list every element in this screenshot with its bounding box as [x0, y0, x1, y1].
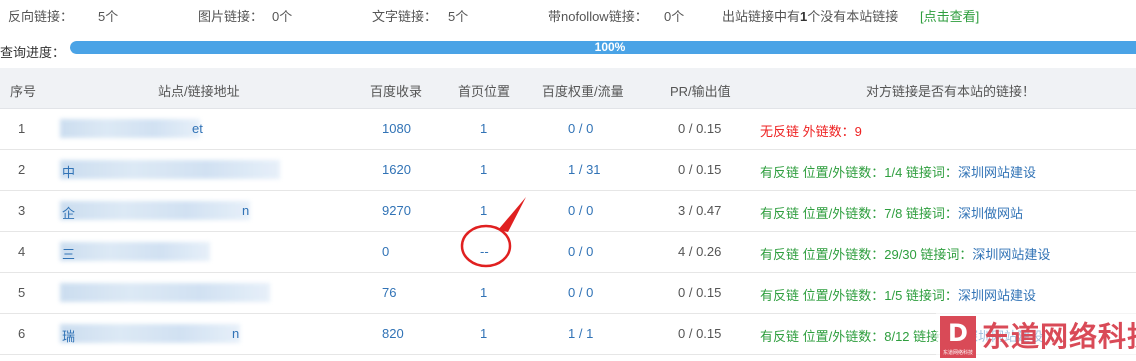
- progress-label: 查询进度：: [0, 45, 66, 60]
- home-position-value: 1: [480, 162, 488, 177]
- backlink-status: 有反链 位置/外链数：29/30 链接词：深圳网站建设: [760, 244, 1050, 263]
- status-text: 有反链: [760, 288, 800, 303]
- row-index: 2: [18, 162, 26, 177]
- home-position-value: --: [480, 244, 489, 259]
- row-index: 4: [18, 244, 26, 259]
- status-text: 有反链: [760, 206, 800, 221]
- row-index: 3: [18, 203, 26, 218]
- outbound-note-post: 个没有本站链接: [807, 9, 899, 24]
- baidu-index-value[interactable]: 1620: [382, 162, 411, 177]
- site-prefix[interactable]: 企: [62, 203, 75, 222]
- text-links-label: 文字链接：: [372, 9, 438, 24]
- table-row: 5 76 1 0 / 0 0 / 0.15 有反链 位置/外链数：1/5 链接词：深圳网站…: [0, 273, 1136, 314]
- table-row: 2 中 1620 1 1 / 31 0 / 0.15 有反链 位置/外链数：1/4 链接词：…: [0, 150, 1136, 191]
- image-links-value: 0个: [272, 9, 293, 24]
- home-position-value: 1: [480, 285, 488, 300]
- backlink-status: 无反链 外链数：9: [760, 121, 862, 140]
- header-baidu-weight: 百度权重/流量: [542, 84, 624, 99]
- site-suffix[interactable]: et: [192, 121, 203, 136]
- pr-value: 0 / 0.15: [678, 285, 722, 300]
- home-position-value: 1: [480, 326, 488, 341]
- row-index: 5: [18, 285, 26, 300]
- backlink-status: 有反链 位置/外链数：1/5 链接词：深圳网站建设: [760, 285, 1036, 304]
- status-detail: 外链数：9: [799, 124, 862, 139]
- baidu-weight-value[interactable]: 0 / 0: [568, 203, 593, 218]
- site-suffix[interactable]: n: [232, 326, 239, 341]
- redacted-url: [60, 242, 210, 261]
- anchor-text-link[interactable]: 深圳网站建设: [972, 247, 1050, 262]
- header-backlink-check: 对方链接是否有本站的链接！: [866, 84, 1036, 99]
- anchor-text-link[interactable]: 深圳网站建设: [958, 165, 1036, 180]
- table-row: 3 企 n 9270 1 0 / 0 3 / 0.47 有反链 位置/外链数：7/8 链接词：…: [0, 191, 1136, 232]
- site-prefix[interactable]: 瑞: [62, 326, 75, 345]
- home-position-value: 1: [480, 121, 488, 136]
- header-site: 站点/链接地址: [158, 84, 240, 99]
- header-home-position: 首页位置: [458, 84, 511, 99]
- logo-brand-text: 东道网络科技: [982, 321, 1136, 352]
- status-text: 有反链: [760, 247, 800, 262]
- pr-value: 0 / 0.15: [678, 121, 722, 136]
- home-position-value: 1: [480, 203, 488, 218]
- baidu-index-value[interactable]: 1080: [382, 121, 411, 136]
- site-prefix[interactable]: 三: [62, 244, 75, 263]
- watermark-logo: D 东道网络科技 东道网络科技: [936, 312, 1136, 361]
- outbound-note: 出站链接中有1个没有本站链接: [722, 6, 898, 25]
- header-index: 序号: [10, 84, 37, 99]
- nofollow-value: 0个: [664, 9, 685, 24]
- outbound-note-pre: 出站链接中有: [722, 9, 801, 24]
- table-row: 1 et 1080 1 0 / 0 0 / 0.15 无反链 外链数：9: [0, 109, 1136, 150]
- nofollow-label: 带nofollow链接：: [548, 9, 648, 24]
- table-header: 序号 站点/链接地址 百度收录 首页位置 百度权重/流量 PR/输出值 对方链接…: [0, 68, 1136, 109]
- anchor-text-link[interactable]: 深圳网站建设: [958, 288, 1036, 303]
- backlink-status: 有反链 位置/外链数：7/8 链接词：深圳做网站: [760, 203, 1023, 222]
- status-text: 有反链: [760, 165, 800, 180]
- redacted-url: [60, 324, 240, 343]
- pr-value: 4 / 0.26: [678, 244, 722, 259]
- status-detail: 位置/外链数：7/8 链接词：: [799, 206, 958, 221]
- baidu-index-value[interactable]: 820: [382, 326, 404, 341]
- site-suffix[interactable]: n: [242, 203, 249, 218]
- site-prefix[interactable]: 中: [62, 162, 75, 181]
- status-detail: 位置/外链数：1/4 链接词：: [799, 165, 958, 180]
- backlinks-value: 5个: [98, 9, 119, 24]
- header-baidu-index: 百度收录: [370, 84, 423, 99]
- logo-small-text: 东道网络科技: [942, 350, 973, 356]
- baidu-index-value[interactable]: 76: [382, 285, 396, 300]
- status-text: 无反链: [760, 124, 800, 139]
- redacted-url: [60, 283, 270, 302]
- baidu-weight-value[interactable]: 0 / 0: [568, 244, 593, 259]
- view-outbound-link[interactable]: [点击查看]: [920, 6, 979, 25]
- baidu-index-value[interactable]: 9270: [382, 203, 411, 218]
- status-detail: 位置/外链数：1/5 链接词：: [799, 288, 958, 303]
- pr-value: 3 / 0.47: [678, 203, 722, 218]
- baidu-weight-value[interactable]: 1 / 31: [568, 162, 601, 177]
- summary-bar: 反向链接： 5个 图片链接： 0个 文字链接： 5个 带nofollow链接： …: [0, 0, 1136, 28]
- image-links-label: 图片链接：: [198, 9, 264, 24]
- redacted-url: [60, 119, 200, 138]
- row-index: 1: [18, 121, 26, 136]
- table-row: 4 三 0 -- 0 / 0 4 / 0.26 有反链 位置/外链数：29/30 链接词：深…: [0, 232, 1136, 273]
- query-progress: 查询进度： 100%: [0, 38, 1136, 60]
- text-links-value: 5个: [448, 9, 469, 24]
- status-detail: 位置/外链数：29/30 链接词：: [799, 247, 973, 262]
- baidu-weight-value[interactable]: 1 / 1: [568, 326, 593, 341]
- redacted-url: [60, 160, 280, 179]
- baidu-weight-value[interactable]: 0 / 0: [568, 285, 593, 300]
- baidu-index-value[interactable]: 0: [382, 244, 389, 259]
- backlink-status: 有反链 位置/外链数：1/4 链接词：深圳网站建设: [760, 162, 1036, 181]
- backlinks-label: 反向链接：: [8, 9, 74, 24]
- baidu-weight-value[interactable]: 0 / 0: [568, 121, 593, 136]
- anchor-text-link[interactable]: 深圳做网站: [958, 206, 1023, 221]
- header-pr: PR/输出值: [670, 84, 731, 99]
- pr-value: 0 / 0.15: [678, 326, 722, 341]
- row-index: 6: [18, 326, 26, 341]
- redacted-url: [60, 201, 250, 220]
- status-text: 有反链: [760, 329, 800, 344]
- pr-value: 0 / 0.15: [678, 162, 722, 177]
- progress-percent: 100%: [594, 40, 626, 54]
